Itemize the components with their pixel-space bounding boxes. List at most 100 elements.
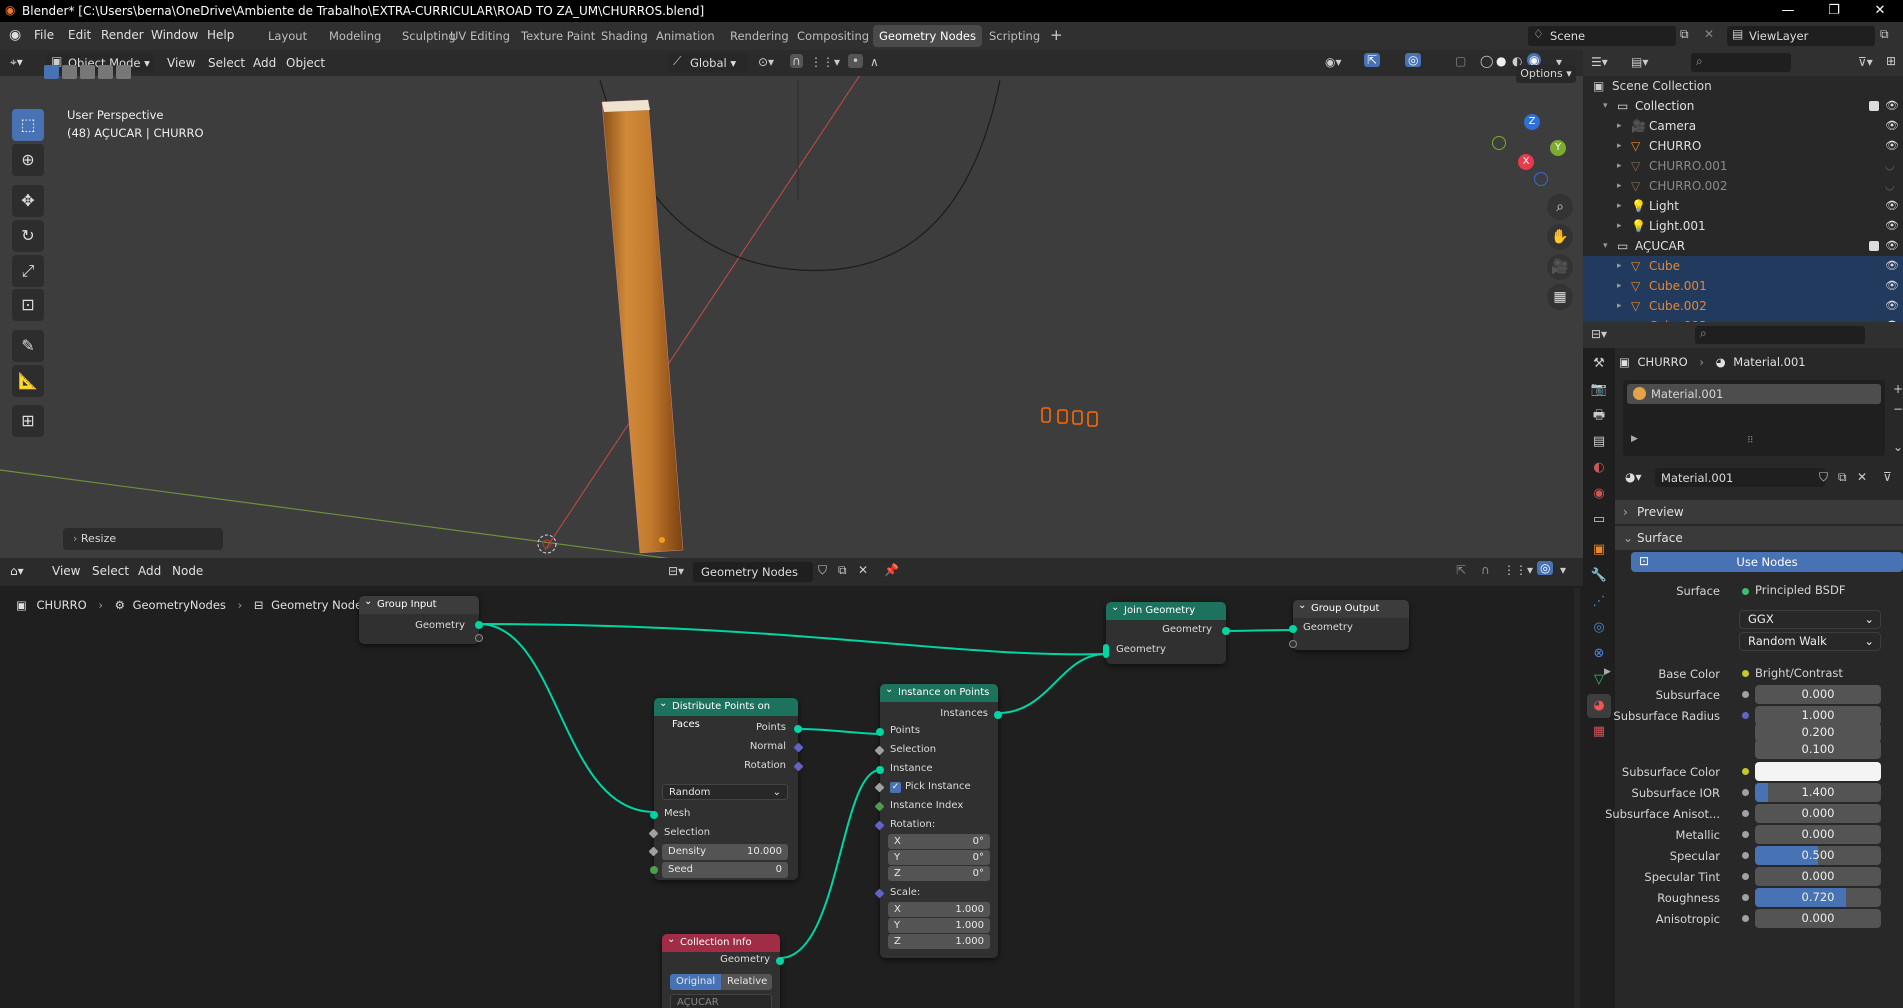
collection-info-node[interactable]: Collection Info Geometry Original Relati… (662, 931, 784, 1008)
visibility-eye-icon[interactable]: 👁 (1885, 116, 1899, 136)
group-input-empty-socket[interactable] (475, 634, 483, 642)
prop-field-specular[interactable]: 0.500 (1755, 846, 1881, 865)
new-view-layer-icon[interactable]: ⧉ (1880, 27, 1889, 42)
new-scene-icon[interactable]: ⧉ (1680, 27, 1689, 42)
minimize-button[interactable]: — (1765, 0, 1811, 22)
breadcrumb-tree[interactable]: Geometry Nodes (271, 598, 368, 612)
node-overlay-icon[interactable]: ◎ (1537, 561, 1554, 575)
workspace-tab-uv-editing[interactable]: UV Editing (444, 25, 516, 47)
transform-tool[interactable]: ⊡ (12, 289, 44, 321)
instance-points-socket[interactable] (876, 728, 884, 736)
prop-field-subsurface-anisot-[interactable]: 0.000 (1755, 804, 1881, 823)
node-editor-scrollbar[interactable] (1574, 588, 1580, 1008)
solid-shading-icon[interactable]: ● (1496, 54, 1506, 68)
material-browse-icon[interactable]: ◕▾ (1625, 470, 1642, 484)
node-view-menu[interactable]: View (52, 564, 80, 578)
expand-link-icon[interactable]: ▶ (1604, 667, 1611, 677)
collection-checkbox[interactable] (1869, 241, 1879, 251)
outliner-row-cube-001[interactable]: ▸ ▽ Cube.001 👁 (1583, 276, 1903, 296)
outliner-row-churro-002[interactable]: ▸ ▽ CHURRO.002 ◡ (1583, 176, 1903, 196)
outliner-row-cube-002[interactable]: ▸ ▽ Cube.002 👁 (1583, 296, 1903, 316)
expand-arrow-icon[interactable]: ▸ (1617, 276, 1622, 296)
material-fake-user-icon[interactable]: ⛉ (1819, 470, 1828, 485)
node-select-menu[interactable]: Select (92, 564, 129, 578)
group-input-node[interactable]: Group Input Geometry (359, 593, 483, 644)
proportional-edit-icon[interactable]: • (848, 54, 864, 68)
menu-file[interactable]: File (34, 28, 54, 42)
outliner[interactable]: ☰▾ ▤▾ ⌕ ⊽▾ ⊞ ▣ Scene Collection ▾ ▭ Collec… (1583, 50, 1903, 322)
collection-checkbox[interactable] (1869, 101, 1879, 111)
join-geometry-input-socket[interactable] (1103, 644, 1109, 658)
viewport-view-menu[interactable]: View (167, 56, 195, 70)
menu-window[interactable]: Window (151, 28, 198, 42)
surface-shader-link[interactable]: Principled BSDF (1755, 583, 1845, 597)
workspace-tab-animation[interactable]: Animation (650, 25, 721, 47)
socket-dot-icon[interactable] (1742, 873, 1749, 880)
distribute-points-node[interactable]: Distribute Points on Faces Points Normal… (648, 695, 804, 880)
navigation-gizmo[interactable]: Z Y X (1490, 112, 1570, 192)
node-editor-type-icon[interactable]: ⌂▾ (10, 564, 24, 578)
scale-tool[interactable]: ⤢ (12, 255, 44, 287)
use-nodes-button[interactable]: Use Nodes (1631, 552, 1903, 572)
rotation-x-field[interactable]: X 0° (888, 834, 990, 849)
node-overlay-options-icon[interactable]: ▾ (1560, 563, 1566, 577)
socket-dot-icon[interactable] (1742, 670, 1749, 677)
socket-dot-icon[interactable] (1742, 831, 1749, 838)
scale-y-field[interactable]: Y 1.000 (888, 918, 990, 933)
outliner-row-collection[interactable]: ▾ ▭ Collection 👁 (1583, 96, 1903, 116)
socket-dot-icon[interactable] (1742, 915, 1749, 922)
distribute-density-field[interactable]: Density 10.000 (662, 844, 788, 860)
close-button[interactable]: ✕ (1857, 0, 1903, 22)
node-snap-mode-icon[interactable]: ⋮⋮▾ (1503, 563, 1533, 577)
distribute-mode-dropdown[interactable]: Random ⌄ (662, 784, 788, 800)
gizmo-x-icon[interactable]: X (1518, 154, 1534, 170)
blender-menu-icon[interactable]: ◉ (9, 27, 21, 43)
unlink-tree-icon[interactable]: ✕ (858, 563, 868, 577)
prop-field-metallic[interactable]: 0.000 (1755, 825, 1881, 844)
gizmo-y-icon[interactable]: Y (1550, 140, 1566, 156)
socket-dot-icon[interactable] (1742, 712, 1749, 719)
expand-arrow-icon[interactable]: ▸ (1617, 256, 1622, 276)
rotation-y-field[interactable]: Y 0° (888, 850, 990, 865)
node-snap-icon[interactable]: ∩ (1481, 563, 1490, 577)
surface-panel-header[interactable]: ⌄ Surface (1615, 526, 1903, 550)
distribute-seed-socket[interactable] (650, 866, 658, 874)
menu-edit[interactable]: Edit (68, 28, 91, 42)
workspace-tab-scripting[interactable]: Scripting (983, 25, 1046, 47)
last-operator-panel[interactable]: › Resize (63, 528, 223, 550)
visibility-eye-icon[interactable]: ◡ (1885, 176, 1895, 196)
node-tree-browse-icon[interactable]: ⊟▾ (668, 564, 684, 578)
properties-scrollbar[interactable] (1895, 352, 1901, 1002)
socket-dot-icon[interactable] (1742, 852, 1749, 859)
ortho-toggle-icon[interactable]: ▦ (1547, 284, 1573, 310)
viewport-object-menu[interactable]: Object (286, 56, 325, 70)
snap-target-icon[interactable]: ⋮⋮▾ (810, 55, 840, 69)
pan-icon[interactable]: ✋ (1547, 224, 1573, 250)
slot-resize-handle-icon[interactable]: ⠿ (1747, 436, 1754, 446)
physics-tab-icon[interactable]: ◎ (1587, 616, 1611, 640)
expand-arrow-icon[interactable]: ▸ (1617, 216, 1622, 236)
breadcrumb-object[interactable]: CHURRO (37, 598, 87, 612)
group-output-geometry-socket[interactable] (1289, 625, 1297, 633)
material-slot-list[interactable]: Material.001 ▶ ⠿ (1623, 380, 1885, 456)
socket-dot-icon[interactable] (1742, 691, 1749, 698)
pivot-icon[interactable]: ⊙▾ (758, 55, 774, 69)
prop-field-specular-tint[interactable]: 0.000 (1755, 867, 1881, 886)
join-geometry-header[interactable]: Join Geometry (1106, 599, 1226, 620)
overlay-toggle-icon[interactable]: ◎ (1405, 53, 1422, 67)
prop-field-radius-component[interactable]: 0.100 (1755, 740, 1881, 759)
editor-type-icon[interactable]: ⌖▾ (10, 55, 23, 70)
outliner-row-churro-001[interactable]: ▸ ▽ CHURRO.001 ◡ (1583, 156, 1903, 176)
delete-scene-icon[interactable]: ✕ (1704, 27, 1714, 41)
outliner-row-cube[interactable]: ▸ ▽ Cube 👁 (1583, 256, 1903, 276)
breadcrumb-modifier[interactable]: GeometryNodes (133, 598, 226, 612)
visibility-eye-icon[interactable]: 👁 (1885, 276, 1899, 296)
visibility-eye-icon[interactable]: ◡ (1885, 156, 1895, 176)
rotate-tool[interactable]: ↻ (12, 220, 44, 252)
material-duplicate-icon[interactable]: ⧉ (1838, 470, 1847, 485)
gizmo-neg-y-icon[interactable] (1492, 136, 1506, 150)
instance-instance-socket[interactable] (876, 766, 884, 774)
socket-dot-icon[interactable] (1742, 810, 1749, 817)
measure-tool[interactable]: 📐 (12, 365, 44, 397)
viewport-select-menu[interactable]: Select (208, 56, 245, 70)
